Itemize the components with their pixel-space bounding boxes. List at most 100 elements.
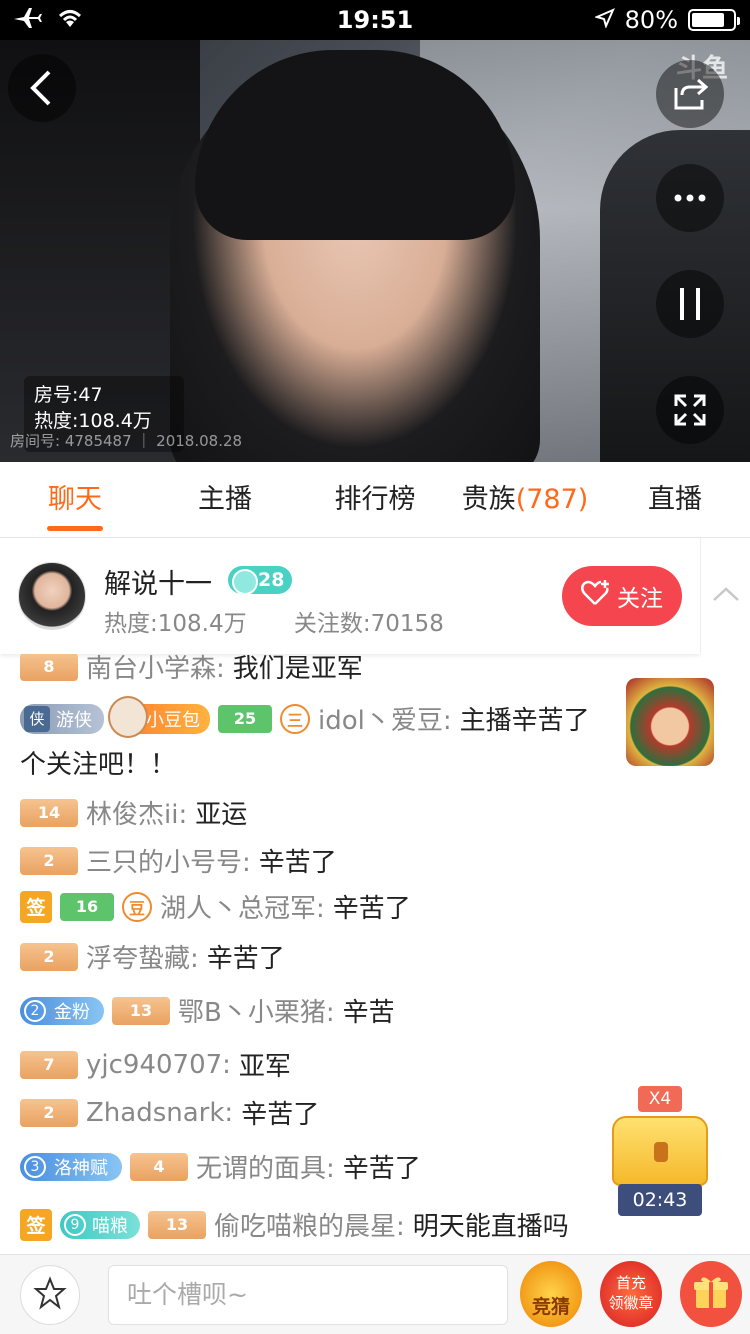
gift-button[interactable] xyxy=(680,1261,742,1327)
quiz-button[interactable]: 竞猜 xyxy=(520,1261,582,1327)
video-player[interactable]: 斗鱼 房号:47 热度:108.4万 房间号: 4785487 ｜ 2018.0… xyxy=(0,40,750,462)
chat-username[interactable]: Zhadsnark: xyxy=(86,1098,233,1128)
fan-badge-label: 喵粮 xyxy=(92,1215,128,1237)
fan-badge-bottom: 领徽章 xyxy=(608,1294,654,1312)
tab-count: (787) xyxy=(515,484,589,515)
user-level-badge: 7 xyxy=(20,1050,78,1079)
fan-badge: 2 金粉 xyxy=(20,996,104,1025)
host-level-badge: 28 xyxy=(228,566,293,595)
user-level-badge: 16 xyxy=(60,892,114,921)
collapse-button[interactable] xyxy=(700,538,750,654)
tab-label: 直播 xyxy=(648,484,702,515)
chat-text: 亚运 xyxy=(195,800,248,830)
chat-text: 辛苦 xyxy=(342,998,395,1028)
user-level-badge: 2 xyxy=(20,846,78,875)
treasure-chest[interactable]: X4 02:43 xyxy=(610,1086,710,1220)
user-level-badge: 4 xyxy=(130,1152,188,1181)
room-number: 房号:47 xyxy=(34,384,103,406)
chat-text: 主播辛苦了 xyxy=(459,706,590,736)
tab-chat[interactable]: 聊天 xyxy=(0,462,150,537)
tab-live[interactable]: 直播 xyxy=(600,462,750,537)
host-name[interactable]: 解说十一 xyxy=(104,562,212,601)
fan-badge: 3 洛神赋 xyxy=(20,1152,122,1181)
chevron-up-icon xyxy=(712,586,740,606)
chat-message: 2 金粉 13 鄂B丶小栗猪: 辛苦 xyxy=(20,992,395,1029)
chat-text: 亚军 xyxy=(238,1052,291,1082)
follow-label: 关注 xyxy=(617,586,663,612)
tab-label: 贵族 xyxy=(461,484,516,515)
sign-in-badge: 签 xyxy=(20,1208,52,1241)
battery-icon xyxy=(688,9,740,31)
battery-fill xyxy=(692,13,724,27)
noble-label: 游侠 xyxy=(56,709,92,731)
circle-badge: 三 xyxy=(280,703,310,734)
chat-text: 辛苦了 xyxy=(206,944,285,974)
pause-icon xyxy=(676,286,704,322)
pause-button[interactable] xyxy=(656,270,724,338)
chat-text: 辛苦了 xyxy=(258,848,337,878)
shield-icon: 侠 xyxy=(24,705,50,732)
chat-text: 辛苦了 xyxy=(241,1100,320,1130)
chat-message: 7 yjc940707: 亚军 xyxy=(20,1046,291,1083)
status-bar: 19:51 80% xyxy=(0,0,750,40)
fan-badge: 9 喵粮 xyxy=(60,1210,140,1239)
chat-username[interactable]: 鄂B丶小栗猪: xyxy=(178,992,335,1029)
chat-message-continued: 个关注吧！！ xyxy=(20,744,176,781)
star-icon xyxy=(33,1276,67,1314)
chat-message: 2 三只的小号号: 辛苦了 xyxy=(20,842,337,879)
tab-label: 排行榜 xyxy=(334,484,416,515)
fan-badge-label: 小豆包 xyxy=(146,709,200,731)
fan-badge-button[interactable]: 首充 领徽章 xyxy=(600,1261,662,1327)
chat-username[interactable]: 三只的小号号: xyxy=(86,842,251,879)
tab-ranking[interactable]: 排行榜 xyxy=(300,462,450,537)
fan-badge-label: 金粉 xyxy=(54,1001,90,1023)
chat-username[interactable]: 偷吃喵粮的晨星: xyxy=(214,1206,405,1243)
fan-badge-label: 洛神赋 xyxy=(54,1157,108,1179)
tab-host[interactable]: 主播 xyxy=(150,462,300,537)
chat-message: 14 林俊杰ii: 亚运 xyxy=(20,794,247,831)
chat-text: 明天能直播吗 xyxy=(412,1212,569,1242)
chat-username[interactable]: 林俊杰ii: xyxy=(86,794,187,831)
chat-username[interactable]: 无谓的面具: xyxy=(196,1148,335,1185)
fan-badge-top: 首充 xyxy=(615,1274,646,1292)
tab-label: 主播 xyxy=(198,484,252,515)
chat-message: 侠游侠 小豆包 25 三 idol丶爱豆: 主播辛苦了 xyxy=(20,695,590,738)
bottom-bar: 吐个槽呗~ 竞猜 首充 领徽章 xyxy=(0,1254,750,1334)
follow-button[interactable]: 关注 xyxy=(562,566,682,626)
chat-text: 辛苦了 xyxy=(332,894,411,924)
favorite-button[interactable] xyxy=(20,1265,80,1325)
fullscreen-icon xyxy=(672,392,708,428)
heart-plus-icon xyxy=(581,580,611,612)
chat-text: 辛苦了 xyxy=(342,1154,421,1184)
chat-message: 3 洛神赋 4 无谓的面具: 辛苦了 xyxy=(20,1148,421,1185)
location-icon xyxy=(593,6,615,34)
tab-nobility[interactable]: 贵族(787) xyxy=(450,462,600,537)
chat-text: 我们是亚军 xyxy=(232,654,363,684)
chest-multiplier: X4 xyxy=(638,1086,682,1112)
more-button[interactable] xyxy=(656,164,724,232)
user-level-badge: 2 xyxy=(20,942,78,971)
share-button[interactable] xyxy=(656,60,724,128)
chat-username[interactable]: yjc940707: xyxy=(86,1050,231,1080)
host-avatar[interactable] xyxy=(18,562,86,630)
chest-icon xyxy=(612,1116,708,1186)
chat-username[interactable]: idol丶爱豆: xyxy=(318,700,452,737)
fan-badge: 小豆包 xyxy=(108,695,210,738)
tab-label: 聊天 xyxy=(48,484,102,515)
chat-input[interactable]: 吐个槽呗~ xyxy=(108,1265,508,1325)
share-icon xyxy=(672,78,708,110)
host-stats: 热度:108.4万 关注数:70158 xyxy=(104,604,484,638)
fan-level: 9 xyxy=(64,1213,86,1236)
back-icon xyxy=(27,68,57,108)
chat-username[interactable]: 湖人丶总冠军: xyxy=(160,888,325,925)
chat-message: 签 16 豆 湖人丶总冠军: 辛苦了 xyxy=(20,888,411,925)
game-promo-thumbnail[interactable] xyxy=(626,678,714,766)
chat-text: 个关注吧！！ xyxy=(20,750,177,780)
back-button[interactable] xyxy=(8,54,76,122)
room-watermark: 房间号: 4785487 ｜ 2018.08.28 xyxy=(10,432,243,450)
chat-username[interactable]: 浮夸蛰藏: xyxy=(86,938,199,975)
chat-username[interactable]: 南台小学森: xyxy=(86,654,225,685)
gift-icon xyxy=(691,1272,731,1316)
noble-badge: 侠游侠 xyxy=(20,703,104,734)
fullscreen-button[interactable] xyxy=(656,376,724,444)
